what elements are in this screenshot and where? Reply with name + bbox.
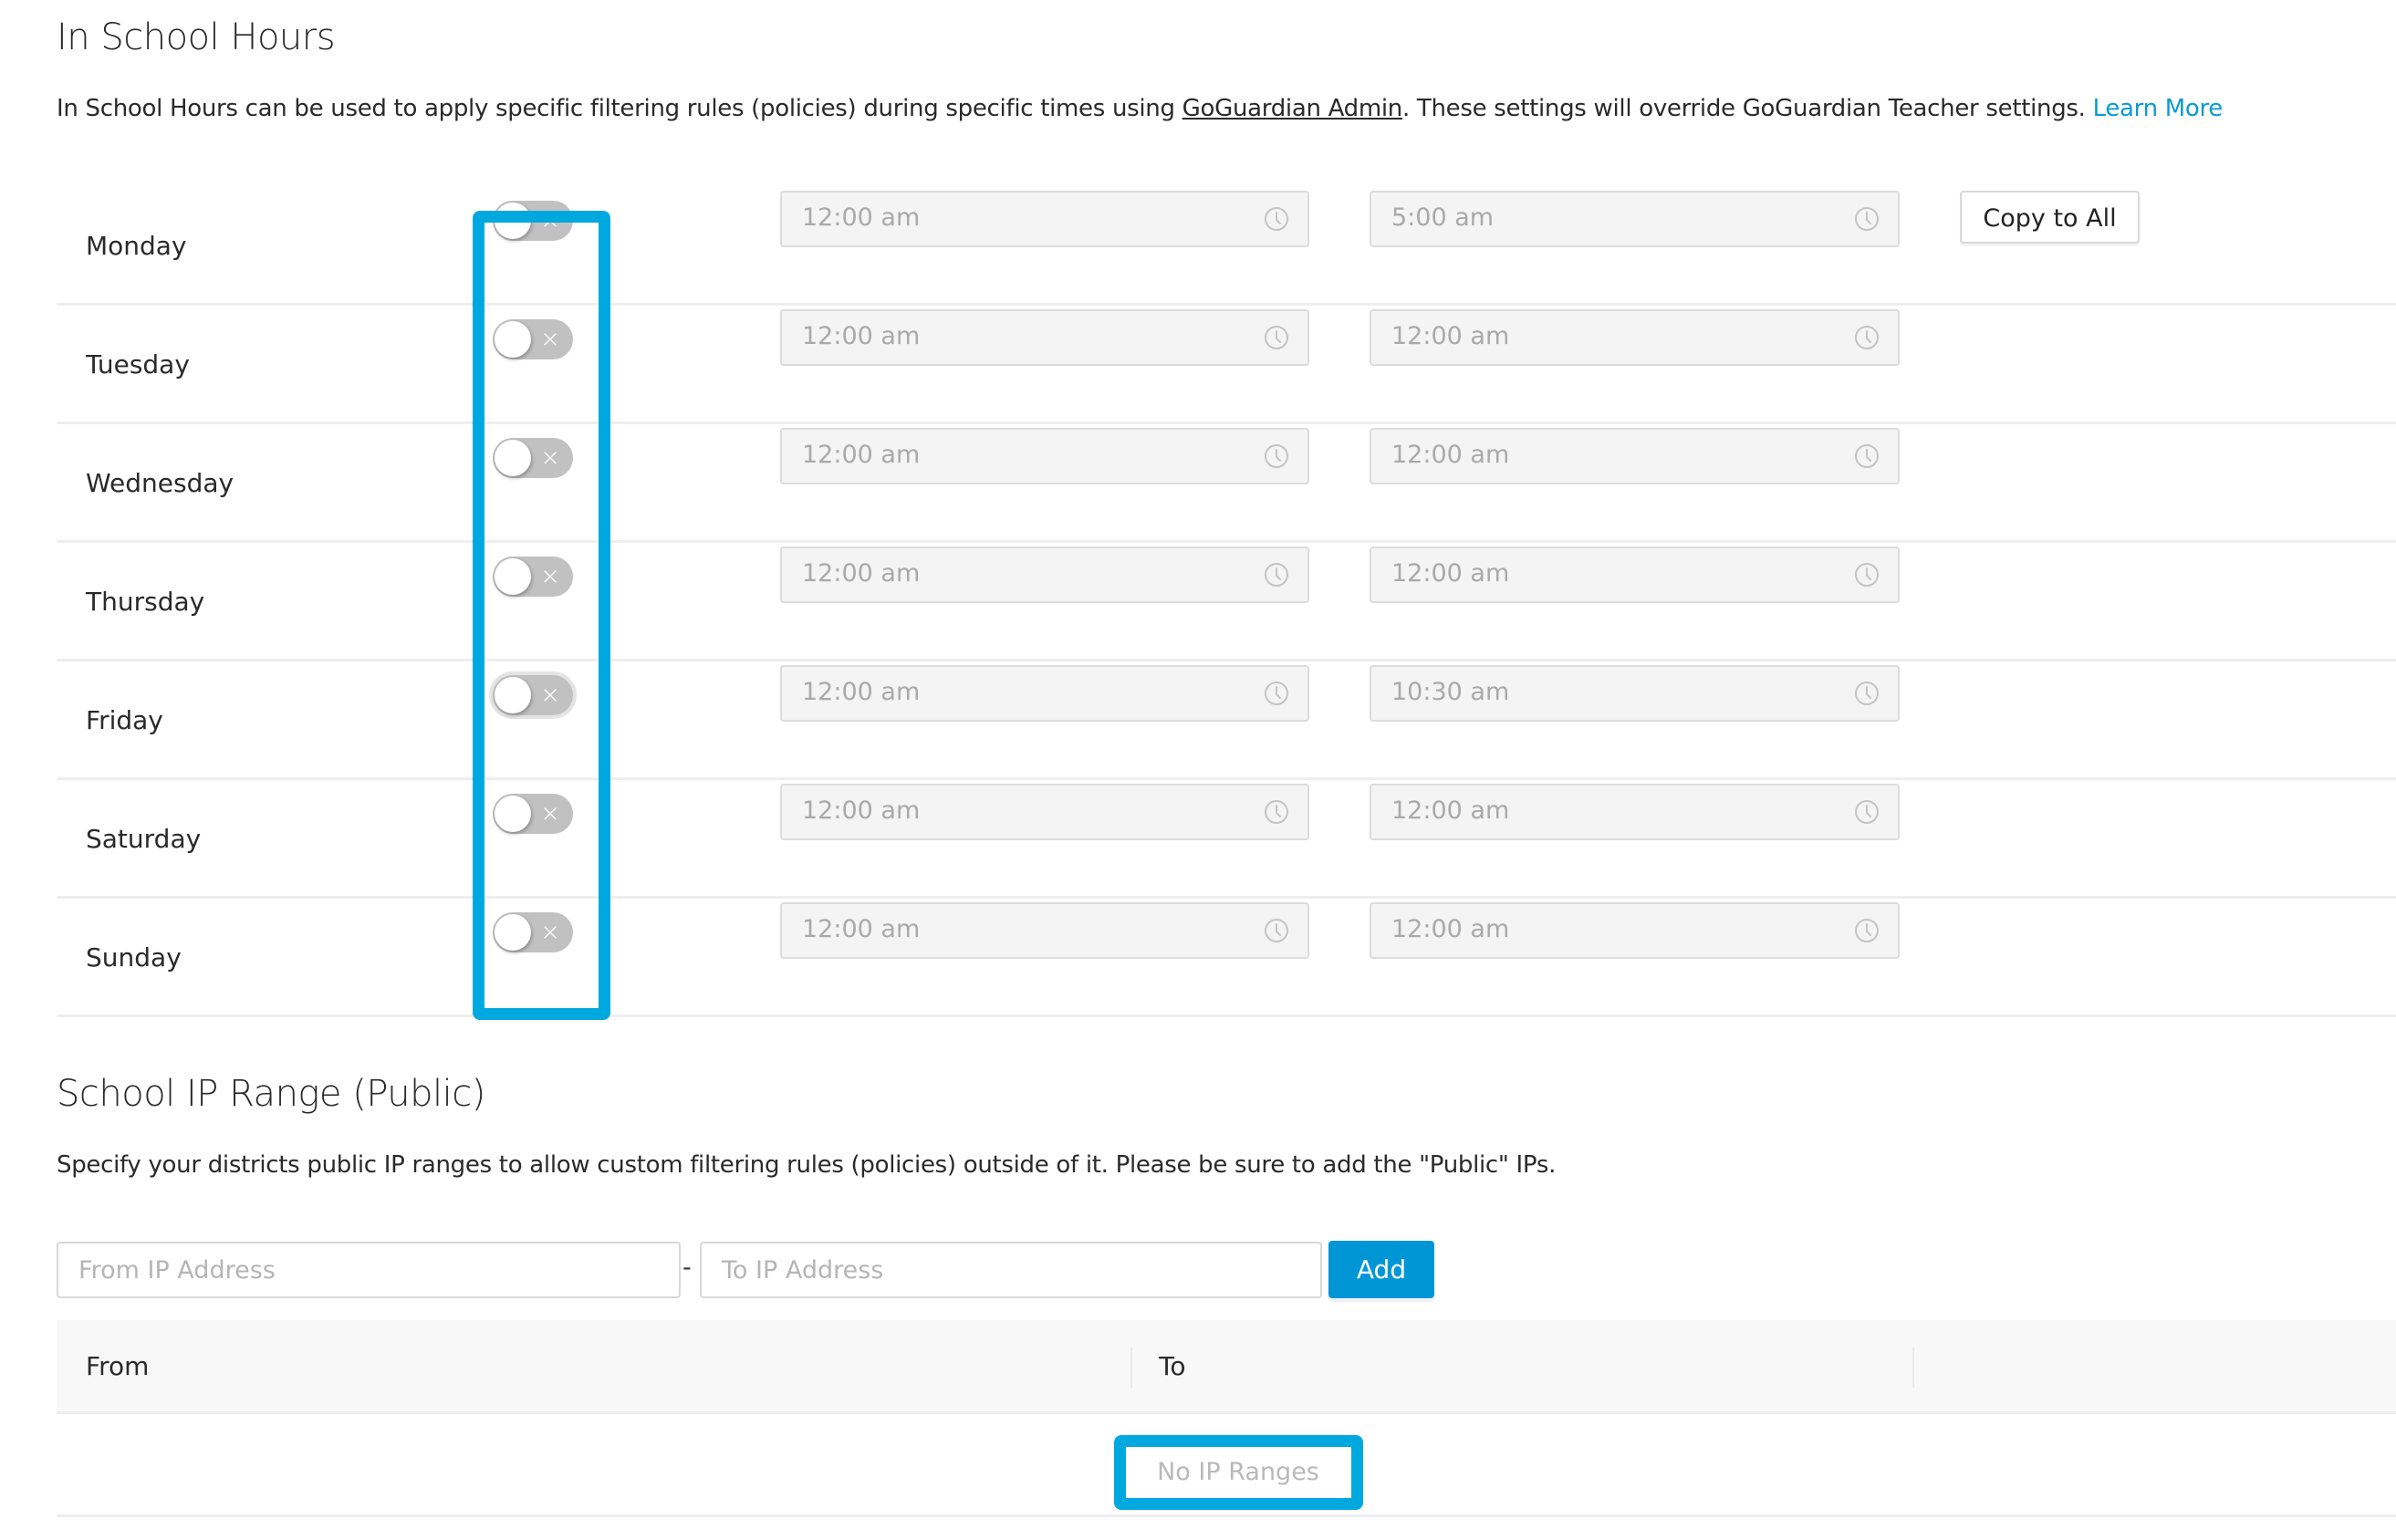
toggle-off-icon: ×	[540, 800, 560, 827]
end-time-input[interactable]: 12:00 am	[1370, 784, 1900, 840]
start-time-value: 12:00 am	[802, 203, 921, 232]
toggle-knob	[495, 914, 531, 951]
school-hours-description: In School Hours can be used to apply spe…	[57, 95, 2223, 122]
add-ip-range-button[interactable]: Add	[1328, 1241, 1434, 1298]
toggle-sunday[interactable]: ×	[493, 912, 573, 952]
ip-range-description: Specify your districts public IP ranges …	[57, 1151, 1557, 1179]
table-bottom-divider	[57, 1514, 2396, 1517]
end-time-input[interactable]: 12:00 am	[1370, 546, 1900, 603]
range-separator: -	[682, 1254, 692, 1282]
end-time-value: 12:00 am	[1391, 322, 1510, 350]
clock-icon	[1855, 444, 1879, 468]
end-time-input[interactable]: 12:00 am	[1370, 428, 1900, 484]
start-time-input[interactable]: 12:00 am	[780, 546, 1309, 603]
start-time-input[interactable]: 12:00 am	[780, 309, 1309, 366]
end-time-input[interactable]: 5:00 am	[1370, 191, 1900, 247]
toggle-off-icon: ×	[540, 207, 560, 234]
clock-icon	[1855, 800, 1879, 824]
toggle-thursday[interactable]: ×	[493, 557, 573, 597]
toggle-off-icon: ×	[540, 682, 560, 709]
column-header-to[interactable]: To	[1159, 1351, 1185, 1381]
column-divider[interactable]	[1912, 1348, 1914, 1388]
toggle-saturday[interactable]: ×	[493, 794, 573, 834]
clock-icon	[1265, 800, 1288, 824]
learn-more-link[interactable]: Learn More	[2093, 95, 2224, 122]
clock-icon	[1265, 207, 1288, 231]
start-time-value: 12:00 am	[802, 441, 921, 469]
toggle-off-icon: ×	[540, 919, 560, 946]
ip-range-title: School IP Range (Public)	[57, 1073, 485, 1115]
clock-icon	[1265, 563, 1288, 587]
ip-table-header: From To	[57, 1320, 2396, 1414]
description-text: In School Hours can be used to apply spe…	[57, 95, 1182, 122]
toggle-wednesday[interactable]: ×	[493, 438, 573, 478]
day-row-tuesday: Tuesday × 12:00 am 12:00 am	[57, 306, 2396, 424]
start-time-input[interactable]: 12:00 am	[780, 902, 1309, 959]
clock-icon	[1855, 919, 1879, 942]
end-time-value: 10:30 am	[1391, 678, 1510, 706]
start-time-input[interactable]: 12:00 am	[780, 784, 1309, 840]
toggle-knob	[495, 558, 531, 595]
end-time-input[interactable]: 12:00 am	[1370, 902, 1900, 959]
clock-icon	[1265, 326, 1288, 349]
day-label: Wednesday	[86, 468, 234, 498]
toggle-knob	[495, 677, 531, 713]
school-hours-title: In School Hours	[57, 16, 336, 58]
clock-icon	[1855, 207, 1879, 231]
clock-icon	[1855, 326, 1879, 349]
column-divider[interactable]	[1130, 1348, 1132, 1388]
day-label: Monday	[86, 231, 187, 261]
end-time-input[interactable]: 12:00 am	[1370, 309, 1900, 366]
empty-table-message: No IP Ranges	[1157, 1458, 1319, 1486]
day-label: Thursday	[86, 587, 205, 617]
day-label: Friday	[86, 705, 163, 735]
toggle-knob	[495, 203, 531, 239]
start-time-input[interactable]: 12:00 am	[780, 665, 1309, 722]
toggle-friday[interactable]: ×	[493, 675, 573, 715]
end-time-input[interactable]: 10:30 am	[1370, 665, 1900, 722]
day-row-thursday: Thursday × 12:00 am 12:00 am	[57, 543, 2396, 661]
start-time-value: 12:00 am	[802, 796, 921, 825]
toggle-knob	[495, 796, 531, 832]
description-text-post: . These settings will override GoGuardia…	[1401, 95, 2093, 122]
to-ip-input[interactable]	[700, 1242, 1322, 1298]
clock-icon	[1855, 682, 1879, 705]
goguardian-admin-link[interactable]: GoGuardian Admin	[1182, 95, 1403, 122]
start-time-value: 12:00 am	[802, 322, 921, 350]
end-time-value: 12:00 am	[1391, 441, 1510, 469]
end-time-value: 12:00 am	[1391, 915, 1510, 943]
toggle-knob	[495, 321, 531, 358]
start-time-value: 12:00 am	[802, 678, 921, 706]
from-ip-input[interactable]	[57, 1242, 681, 1298]
day-row-monday: Monday × 12:00 am 5:00 am Copy to All	[57, 187, 2396, 306]
day-row-wednesday: Wednesday × 12:00 am 12:00 am	[57, 424, 2396, 543]
end-time-value: 12:00 am	[1391, 559, 1510, 588]
end-time-value: 5:00 am	[1391, 203, 1495, 232]
day-label: Saturday	[86, 824, 202, 854]
clock-icon	[1855, 563, 1879, 587]
day-label: Tuesday	[86, 349, 190, 380]
row-divider	[57, 1015, 2396, 1017]
clock-icon	[1265, 444, 1288, 468]
toggle-monday[interactable]: ×	[493, 201, 573, 241]
toggle-tuesday[interactable]: ×	[493, 319, 573, 359]
day-row-saturday: Saturday × 12:00 am 12:00 am	[57, 780, 2396, 899]
toggle-knob	[495, 440, 531, 476]
toggle-off-icon: ×	[540, 444, 560, 472]
column-header-from[interactable]: From	[86, 1351, 149, 1381]
day-label: Sunday	[86, 942, 182, 973]
day-row-friday: Friday × 12:00 am 10:30 am	[57, 661, 2396, 780]
start-time-input[interactable]: 12:00 am	[780, 191, 1309, 247]
end-time-value: 12:00 am	[1391, 796, 1510, 825]
clock-icon	[1265, 919, 1288, 942]
toggle-off-icon: ×	[540, 563, 560, 590]
clock-icon	[1265, 682, 1288, 705]
start-time-value: 12:00 am	[802, 559, 921, 588]
day-row-sunday: Sunday × 12:00 am 12:00 am	[57, 899, 2396, 1017]
copy-to-all-button[interactable]: Copy to All	[1960, 191, 2140, 244]
start-time-input[interactable]: 12:00 am	[780, 428, 1309, 484]
start-time-value: 12:00 am	[802, 915, 921, 943]
toggle-off-icon: ×	[540, 326, 560, 353]
